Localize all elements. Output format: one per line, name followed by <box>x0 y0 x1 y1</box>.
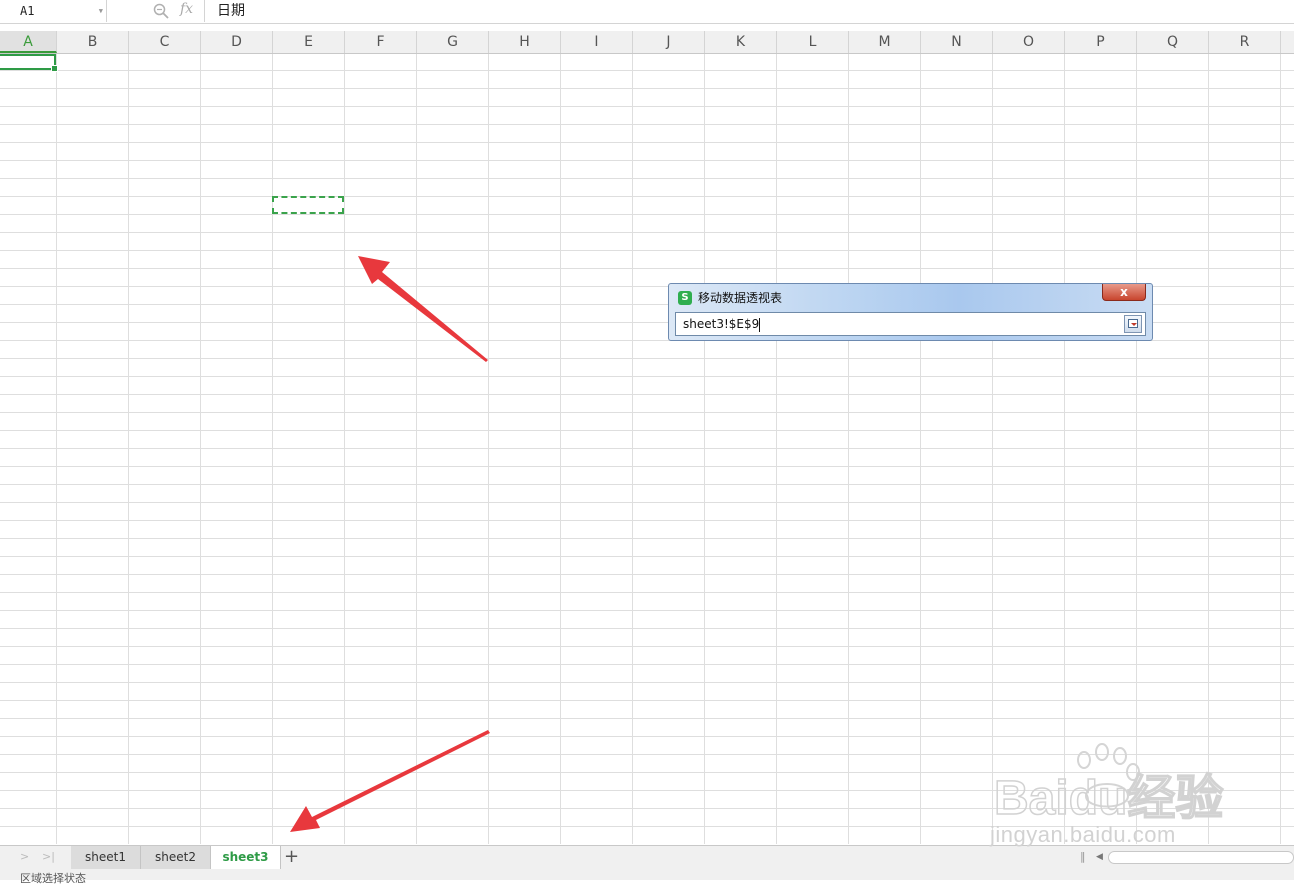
active-cell-outline[interactable] <box>0 54 58 72</box>
grid-lines <box>0 54 1294 844</box>
range-reference-value: sheet3!$E$9 <box>683 317 760 331</box>
column-header-b[interactable]: B <box>57 31 129 53</box>
column-header-f[interactable]: F <box>345 31 417 53</box>
scroll-separator-icon: ‖ <box>1080 850 1086 863</box>
column-header-m[interactable]: M <box>849 31 921 53</box>
column-header-a[interactable]: A <box>0 31 57 53</box>
name-box[interactable]: A1 ▼ <box>0 0 107 22</box>
dialog-title: 移动数据透视表 <box>698 291 783 305</box>
column-header-j[interactable]: J <box>633 31 705 53</box>
sheet-tab-sheet2[interactable]: sheet2 <box>141 846 211 869</box>
column-header-l[interactable]: L <box>777 31 849 53</box>
column-header-d[interactable]: D <box>201 31 273 53</box>
column-header-c[interactable]: C <box>129 31 201 53</box>
column-header-g[interactable]: G <box>417 31 489 53</box>
column-header-o[interactable]: O <box>993 31 1065 53</box>
column-header-p[interactable]: P <box>1065 31 1137 53</box>
selected-target-cell[interactable] <box>272 196 344 214</box>
text-caret <box>759 317 761 332</box>
close-button[interactable]: x <box>1102 284 1146 301</box>
last-sheet-icon[interactable]: >| <box>42 850 55 863</box>
previous-sheet-icon[interactable]: > <box>20 850 29 863</box>
add-sheet-button[interactable]: + <box>284 847 299 867</box>
column-header-r[interactable]: R <box>1209 31 1281 53</box>
sheet-tab-sheet1[interactable]: sheet1 <box>71 846 141 869</box>
horizontal-scrollbar[interactable] <box>1108 851 1294 864</box>
range-picker-button[interactable] <box>1124 315 1142 333</box>
range-reference-input[interactable]: sheet3!$E$9 <box>675 312 1146 336</box>
column-header-e[interactable]: E <box>273 31 345 53</box>
scroll-left-icon[interactable]: ◀ <box>1096 852 1103 862</box>
zoom-icon[interactable] <box>153 3 169 19</box>
spreadsheet-grid[interactable] <box>0 54 1294 844</box>
column-header-k[interactable]: K <box>705 31 777 53</box>
function-icon[interactable]: fx <box>180 1 193 17</box>
column-header-h[interactable]: H <box>489 31 561 53</box>
sheet-tab-sheet3[interactable]: sheet3 <box>211 846 281 869</box>
baidu-jingyan-watermark: Baidu经验 <box>993 743 1224 824</box>
move-pivot-table-dialog: S 移动数据透视表 x sheet3!$E$9 <box>668 283 1153 341</box>
cell-reference: A1 <box>20 4 35 18</box>
column-header: ABCDEFGHIJKLMNOPQR <box>0 31 1294 54</box>
column-header-q[interactable]: Q <box>1137 31 1209 53</box>
app-logo-icon: S <box>678 291 692 305</box>
status-bar: 区域选择状态 <box>0 869 1294 885</box>
formula-bar: A1 ▼ fx 日期 <box>0 0 1294 24</box>
watermark-brand: Baidu经验 <box>994 772 1223 824</box>
chevron-down-icon[interactable]: ▼ <box>99 0 103 22</box>
watermark-url: jingyan.baidu.com <box>990 822 1176 847</box>
column-header-i[interactable]: I <box>561 31 633 53</box>
sheet-tab-bar: > >| sheet1 sheet2 sheet3 + ‖ ◀ <box>0 845 1294 870</box>
status-text: 区域选择状态 <box>20 872 86 885</box>
formula-input[interactable]: 日期 <box>204 0 1294 22</box>
column-header-n[interactable]: N <box>921 31 993 53</box>
